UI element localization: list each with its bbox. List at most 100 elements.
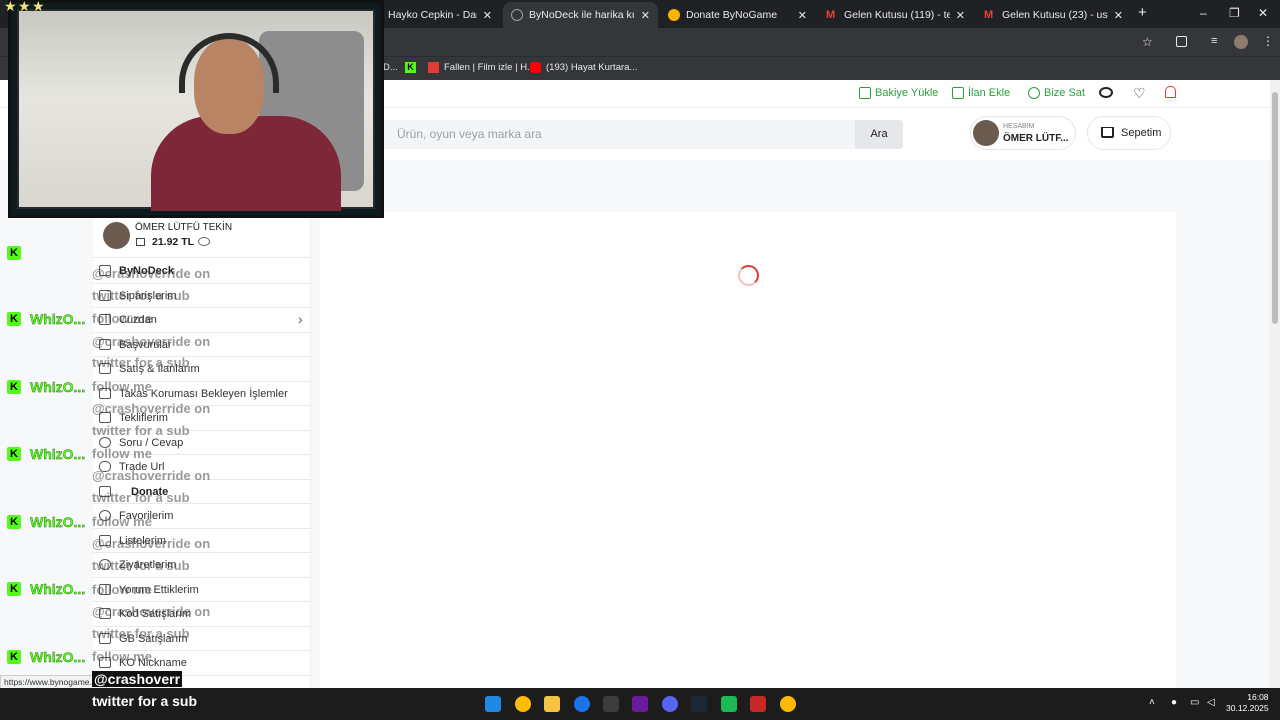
bookmark-kick[interactable]: K [405, 62, 421, 73]
overlay-text: @crashoverride on [92, 468, 211, 483]
tab-hayko-cepkin[interactable]: Hayko Cepkin - Dans Et ✕ [380, 2, 500, 28]
profile-avatar[interactable] [1234, 35, 1248, 49]
kick-logo-icon: K [7, 380, 21, 394]
overlay-text: twitter for a sub [92, 626, 190, 641]
minimize-button[interactable]: – [1200, 6, 1207, 20]
network-icon[interactable]: ▭ [1190, 697, 1199, 708]
close-icon[interactable]: ✕ [1114, 9, 1123, 22]
chevron-up-icon[interactable]: ˄ [1149, 697, 1155, 708]
account-button[interactable]: HESABIM ÖMER LÜTF... [970, 116, 1076, 150]
volume-icon[interactable]: ◁ [1207, 697, 1215, 708]
kick-logo-icon: K [7, 650, 21, 664]
streamer-body [151, 116, 341, 211]
hide-balance-icon[interactable] [198, 237, 210, 246]
user-name: ÖMER LÜTFÜ TEKİN [135, 222, 233, 233]
overlay-text: twitter for a sub [92, 490, 190, 505]
close-icon[interactable]: ✕ [956, 9, 965, 22]
account-sub-label: HESABIM [1003, 123, 1035, 130]
cart-icon [1101, 127, 1114, 138]
steam-icon[interactable] [691, 696, 707, 712]
fallen-favicon-icon [428, 62, 439, 73]
chrome-icon[interactable] [780, 696, 796, 712]
overlay-brand: WhizO... [30, 581, 86, 597]
bakiye-yukle-link[interactable]: Bakiye Yükle [859, 87, 938, 99]
overlay-subtext: twitter for a sub [92, 693, 198, 709]
overlay-text: follow me [92, 446, 152, 461]
eye-icon[interactable] [1099, 87, 1113, 98]
system-clock[interactable]: 16:08 30.12.2025 [1226, 692, 1269, 714]
overlay-text: @crashoverride on [92, 334, 211, 349]
star-icon[interactable]: ☆ [1142, 35, 1153, 49]
tab-gmail-1[interactable]: M Gelen Kutusu (119) - tekin3035 ✕ [818, 2, 973, 28]
webcam-video [17, 9, 375, 211]
overlay-text: @crashoverride on [92, 536, 211, 551]
windows-start-icon[interactable] [485, 696, 501, 712]
kick-logo-icon: K [7, 582, 21, 596]
bell-icon[interactable] [1165, 86, 1176, 98]
bookmark-fallen[interactable]: Fallen | Film izle | H... [428, 62, 535, 73]
window-close-button[interactable]: ✕ [1258, 6, 1268, 20]
media-icon[interactable]: ≡ [1211, 35, 1217, 47]
app-icon[interactable] [721, 696, 737, 712]
overlay-text: @crashoverride on [92, 401, 211, 416]
overlay-handle: @crashoverr [92, 671, 183, 687]
overlay-text: twitter for a sub [92, 558, 190, 573]
kick-logo-icon: K [7, 515, 21, 529]
search-input[interactable]: Ürün, oyun veya marka ara [375, 120, 855, 149]
close-icon[interactable]: ✕ [641, 9, 650, 22]
new-tab-button[interactable]: + [1138, 4, 1147, 21]
user-balance: 21.92 TL [152, 236, 195, 248]
bize-sat-link[interactable]: Bize Sat [1028, 87, 1085, 99]
star-decoration-icon: ★ [32, 0, 45, 14]
overlay-text: @crashoverride on [92, 266, 211, 281]
overlay-text: follow me [92, 379, 152, 394]
overlay-text: twitter for a sub [92, 288, 190, 303]
heart-icon[interactable]: ♡ [1133, 85, 1146, 102]
overlay-brand: WhizO... [30, 514, 86, 530]
app-icon[interactable] [750, 696, 766, 712]
microphone-icon[interactable]: ● [1171, 697, 1177, 708]
file-explorer-icon[interactable] [544, 696, 560, 712]
menu-icon[interactable]: ⋮ [1262, 34, 1274, 48]
avatar [103, 222, 130, 249]
discord-icon[interactable] [662, 696, 678, 712]
star-decoration-icon: ★ [18, 0, 31, 14]
close-icon[interactable]: ✕ [483, 9, 492, 22]
clock-date: 30.12.2025 [1226, 703, 1269, 713]
tab-gmail-2[interactable]: M Gelen Kutusu (23) - ustayip35 ✕ [976, 2, 1131, 28]
bookmark-label: Fallen | Film izle | H... [444, 62, 535, 73]
bookmark-label: (193) Hayat Kurtara... [546, 62, 638, 73]
kick-logo-icon: K [7, 312, 21, 326]
kick-icon: K [405, 62, 416, 73]
close-icon[interactable]: ✕ [798, 9, 807, 22]
scrollbar-thumb[interactable] [1272, 92, 1278, 324]
kick-logo-icon: K [7, 246, 21, 260]
recycle-icon [1028, 87, 1040, 99]
bookmark-item[interactable]: D... [383, 62, 398, 73]
overlay-brand: WhizO... [30, 446, 86, 462]
store-icon[interactable] [603, 696, 619, 712]
chevron-right-icon: › [298, 311, 303, 327]
tab-label: Hayko Cepkin - Dans Et [388, 9, 477, 21]
search-button[interactable]: Ara [855, 120, 903, 149]
account-name: ÖMER LÜTF... [1003, 133, 1069, 144]
tab-donate-bynogame[interactable]: Donate ByNoGame ✕ [660, 2, 815, 28]
sidebar-user: ÖMER LÜTFÜ TEKİN 21.92 TL [93, 218, 311, 258]
edge-icon[interactable] [574, 696, 590, 712]
overlay-brand: WhizO... [30, 379, 86, 395]
tab-bynodeck[interactable]: ByNoDeck ile harika kısayollar ✕ [503, 2, 658, 28]
gmail-icon: M [826, 9, 836, 21]
maximize-button[interactable]: ❐ [1229, 6, 1240, 20]
overlay-text: follow me [92, 582, 152, 597]
extensions-icon[interactable] [1176, 36, 1187, 47]
cart-label: Sepetim [1121, 127, 1162, 139]
wallet-icon [136, 238, 145, 246]
cart-button[interactable]: Sepetim [1087, 116, 1171, 150]
chrome-icon[interactable] [515, 696, 531, 712]
link-label: Bakiye Yükle [875, 87, 939, 99]
bynogame-favicon-icon [668, 9, 680, 21]
nzxt-icon[interactable] [632, 696, 648, 712]
bookmark-youtube[interactable]: (193) Hayat Kurtara... [530, 62, 637, 73]
link-label: İlan Ekle [968, 87, 1011, 99]
ilan-ekle-link[interactable]: İlan Ekle [952, 87, 1010, 99]
